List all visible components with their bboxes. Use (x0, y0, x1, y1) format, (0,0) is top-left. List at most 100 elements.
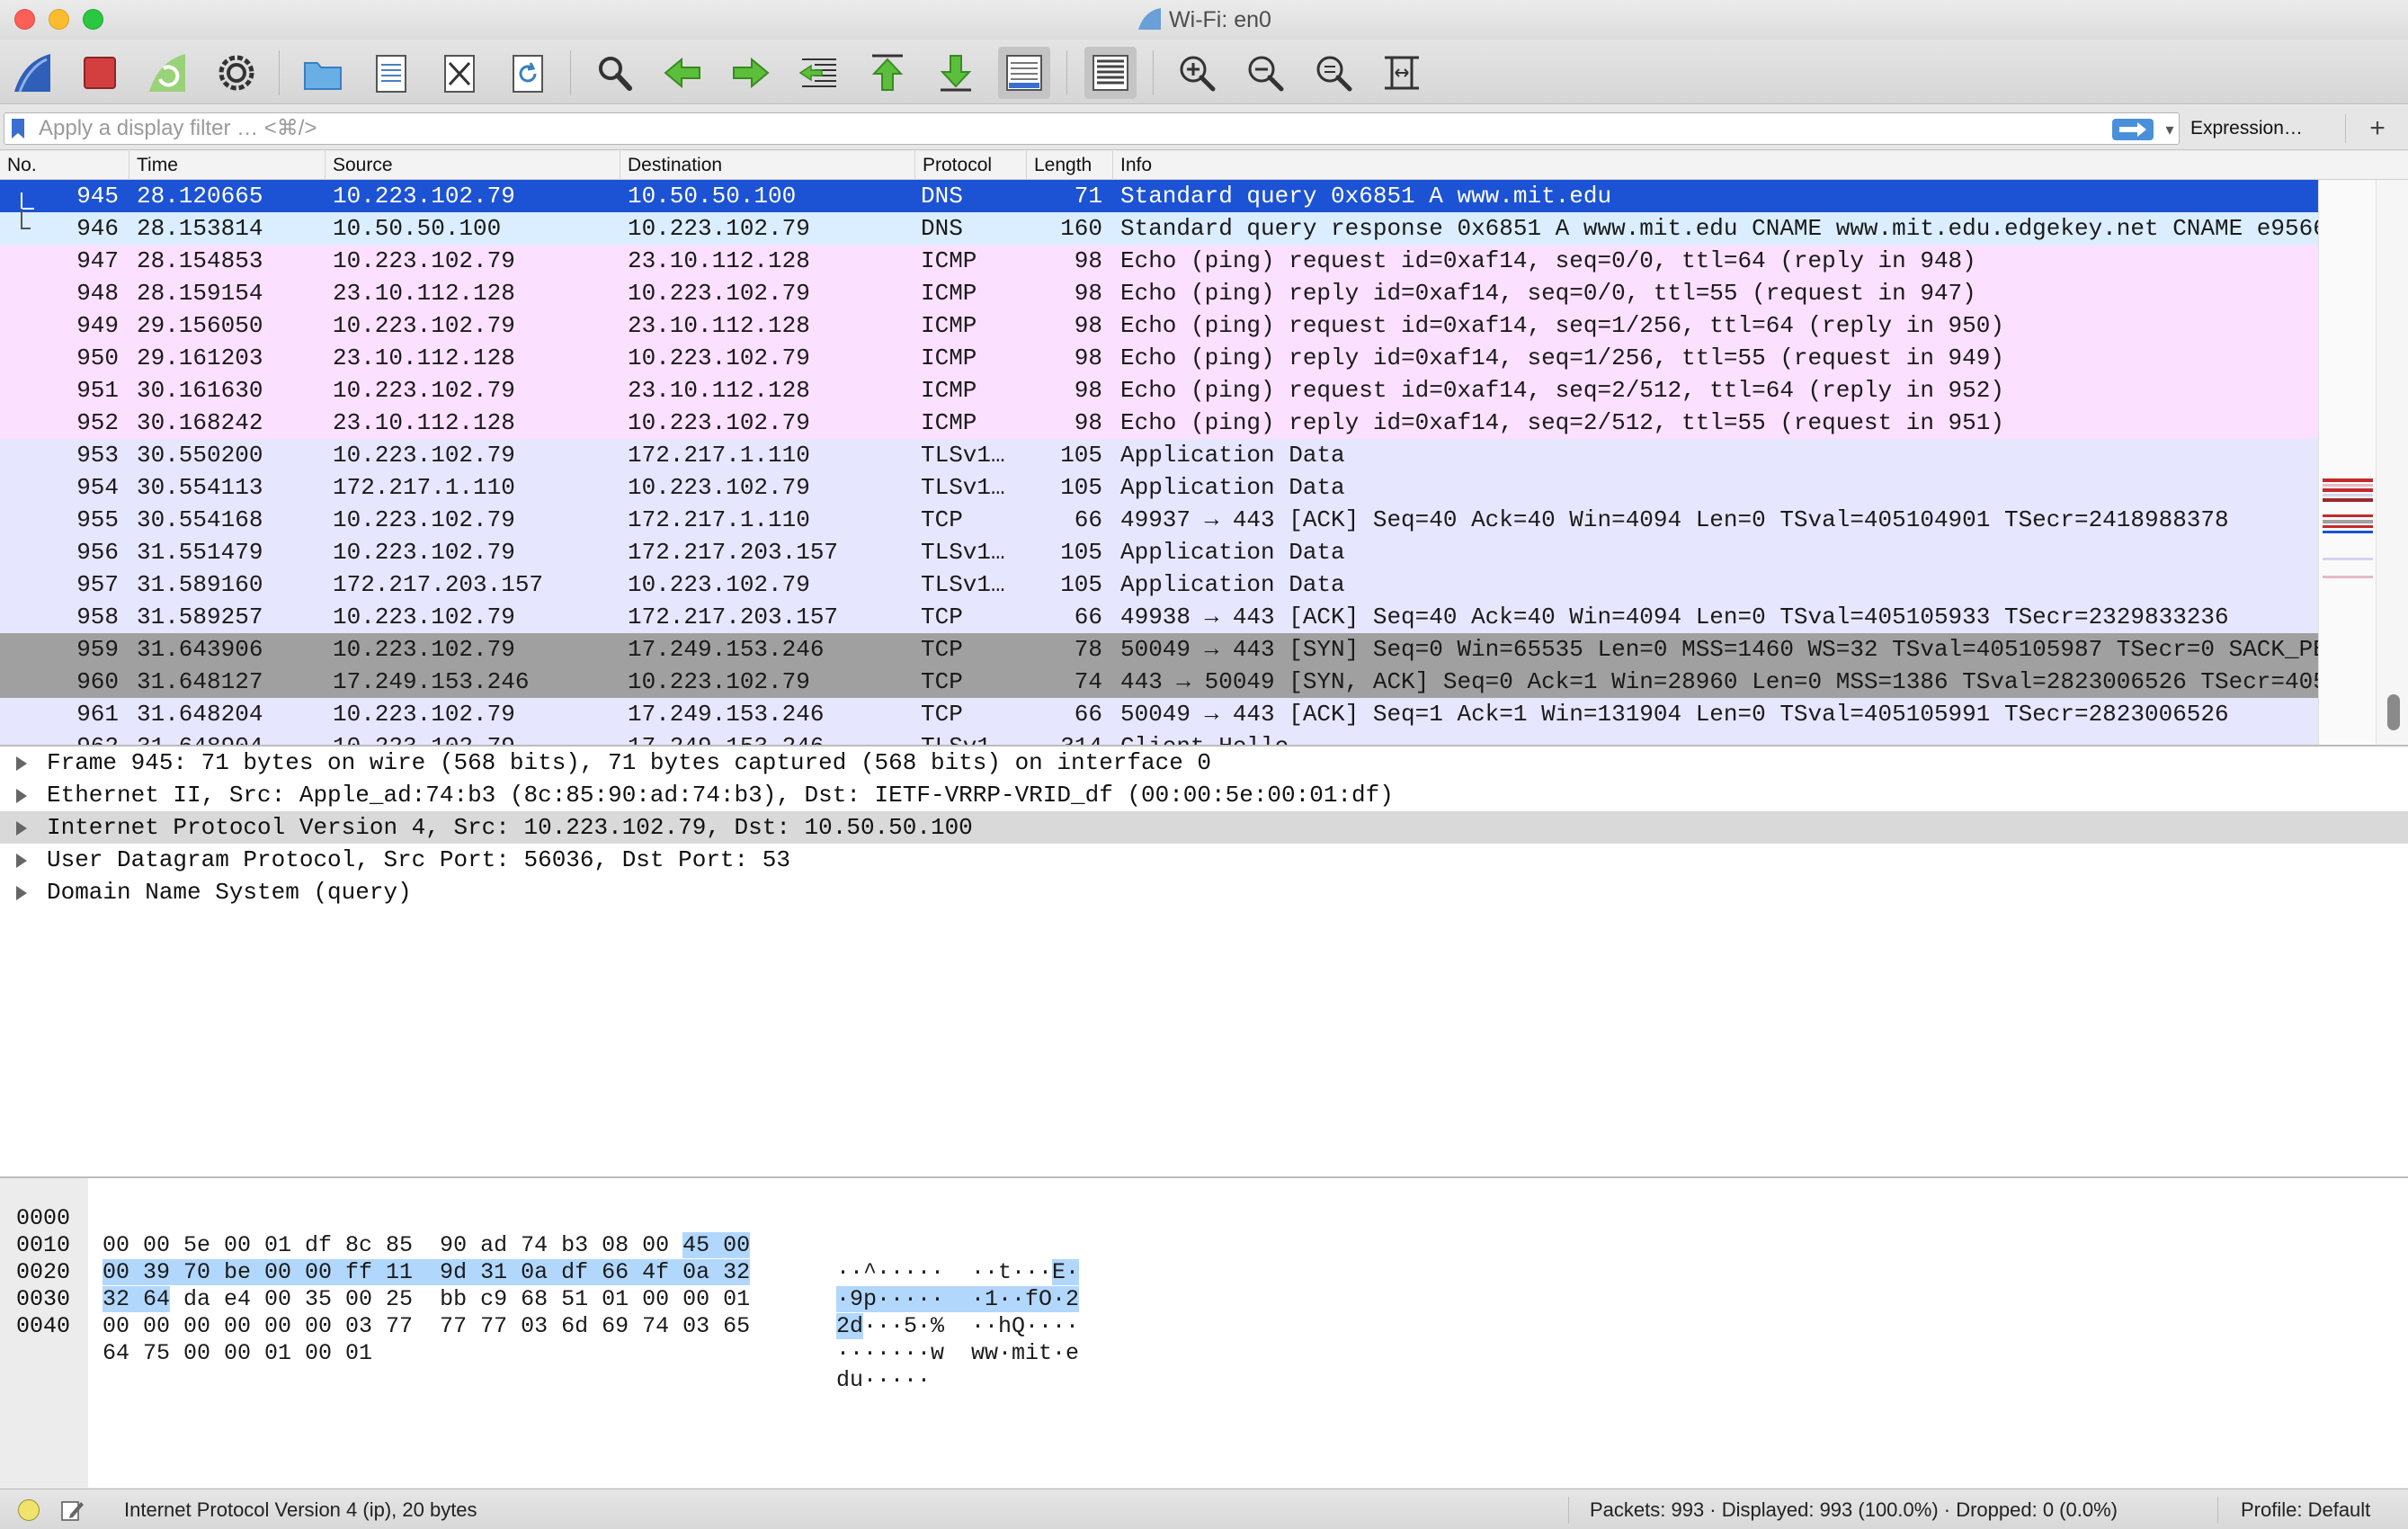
packet-row[interactable]: 949 29.156050 10.223.102.79 23.10.112.128 IC… (0, 309, 2318, 342)
packet-cell-info: Application Data (1120, 571, 1345, 598)
packet-cell-dst: 10.223.102.79 (628, 344, 810, 371)
packet-row[interactable]: 947 28.154853 10.223.102.79 23.10.112.128 IC… (0, 245, 2318, 277)
scrollbar-thumb[interactable] (2387, 694, 2400, 730)
packet-cell-proto: ICMP (921, 409, 977, 436)
disclosure-triangle-icon[interactable] (16, 886, 27, 900)
packet-row[interactable]: 952 30.168242 23.10.112.128 10.223.102.79 IC… (0, 407, 2318, 439)
packet-cell-src: 17.249.153.246 (333, 668, 530, 695)
packet-cell-len: 66 (1074, 701, 1102, 728)
profile-switcher[interactable]: Profile: Default (2241, 1489, 2370, 1529)
packet-cell-proto: TLSv1… (921, 730, 1005, 745)
save-file-button[interactable] (365, 47, 417, 99)
disclosure-triangle-icon[interactable] (16, 756, 27, 771)
chevron-down-icon[interactable]: ▾ (2161, 117, 2179, 142)
open-file-button[interactable] (297, 47, 349, 99)
packet-count-status: Packets: 993 · Displayed: 993 (100.0%) ·… (1590, 1498, 2118, 1521)
packet-cell-src: 23.10.112.128 (333, 280, 515, 307)
go-back-button[interactable] (656, 47, 709, 99)
find-packet-button[interactable] (588, 47, 640, 99)
packet-cell-info: 49937 → 443 [ACK] Seq=40 Ack=40 Win=4094… (1120, 506, 2229, 533)
packet-cell-src: 10.223.102.79 (333, 730, 515, 745)
restart-capture-button[interactable] (142, 47, 194, 99)
capture-options-button[interactable] (210, 47, 263, 99)
detail-row-udp[interactable]: User Datagram Protocol, Src Port: 56036,… (0, 844, 2408, 876)
column-length[interactable]: Length (1027, 151, 1113, 180)
packet-cell-src: 23.10.112.128 (333, 344, 515, 371)
packet-cell-len: 98 (1074, 247, 1102, 274)
packet-row[interactable]: 959 31.643906 10.223.102.79 17.249.153.246 T… (0, 633, 2318, 666)
zoom-normal-button[interactable] (1307, 47, 1360, 99)
arrow-up-icon (871, 54, 904, 91)
packet-row[interactable]: 954 30.554113 172.217.1.110 10.223.102.79 TL… (0, 471, 2318, 504)
add-filter-button-icon[interactable]: + (2361, 112, 2394, 145)
packet-row[interactable]: 948 28.159154 23.10.112.128 10.223.102.79 IC… (0, 277, 2318, 309)
packet-cell-no: 960 (76, 668, 119, 695)
column-protocol[interactable]: Protocol (915, 151, 1027, 180)
packet-row[interactable]: 946 28.153814 10.50.50.100 10.223.102.79 DNS… (0, 212, 2318, 245)
column-info[interactable]: Info (1113, 151, 2408, 180)
packet-cell-no: 949 (76, 312, 119, 339)
bytes-row[interactable]: 0010 00 39 70 be 00 00 ff 11 9d 31 0a df… (0, 1205, 1080, 1312)
start-capture-button[interactable] (7, 47, 59, 99)
packet-cell-dst: 23.10.112.128 (628, 377, 810, 404)
packet-row[interactable]: 962 31.648904 10.223.102.79 17.249.153.246 T… (0, 730, 2318, 745)
packet-row[interactable]: 956 31.551479 10.223.102.79 172.217.203.157… (0, 536, 2318, 568)
column-no[interactable]: No. (0, 151, 129, 180)
bookmark-icon[interactable] (10, 118, 26, 139)
expression-button[interactable]: Expression… (2190, 112, 2303, 145)
packet-minimap[interactable] (2318, 180, 2376, 745)
bytes-row[interactable]: 0020 32 64 da e4 00 35 00 25 bb c9 68 51… (0, 1232, 1079, 1339)
go-last-packet-button[interactable] (930, 47, 982, 99)
go-first-packet-button[interactable] (861, 47, 914, 99)
detail-row-ipv4[interactable]: Internet Protocol Version 4, Src: 10.223… (0, 811, 2408, 844)
expert-info-indicator-icon[interactable] (18, 1499, 40, 1521)
packet-cell-info: 443 → 50049 [SYN, ACK] Seq=0 Ack=1 Win=2… (1120, 668, 2318, 695)
bytes-row[interactable]: 0040 64 75 00 00 01 00 01 du····· (0, 1286, 931, 1393)
packet-cell-proto: TCP (921, 701, 963, 728)
bytes-row[interactable]: 0000 00 00 5e 00 01 df 8c 85 90 ad 74 b3… (0, 1178, 1080, 1285)
edit-comment-icon[interactable] (59, 1498, 85, 1522)
detail-row-dns[interactable]: Domain Name System (query) (0, 876, 2408, 908)
apply-filter-button[interactable] (2112, 119, 2154, 140)
packet-row[interactable]: 960 31.648127 17.249.153.246 10.223.102.79 T… (0, 666, 2318, 698)
packet-row[interactable]: 958 31.589257 10.223.102.79 172.217.203.157… (0, 601, 2318, 633)
zoom-out-button[interactable] (1239, 47, 1291, 99)
packet-cell-len: 71 (1074, 183, 1102, 210)
detail-row-frame[interactable]: Frame 945: 71 bytes on wire (568 bits), … (0, 747, 2408, 779)
packet-cell-proto: TCP (921, 636, 963, 663)
packet-row[interactable]: 953 30.550200 10.223.102.79 172.217.1.110 TL… (0, 439, 2318, 471)
detail-row-ethernet[interactable]: Ethernet II, Src: Apple_ad:74:b3 (8c:85:… (0, 779, 2408, 811)
packet-cell-len: 160 (1060, 215, 1102, 242)
disclosure-triangle-icon[interactable] (16, 789, 27, 803)
stop-capture-button[interactable] (74, 47, 126, 99)
go-to-packet-button[interactable] (793, 47, 845, 99)
packet-row[interactable]: 950 29.161203 23.10.112.128 10.223.102.79 IC… (0, 342, 2318, 374)
disclosure-triangle-icon[interactable] (16, 821, 27, 836)
close-file-button[interactable] (433, 47, 486, 99)
packet-cell-time: 28.154853 (137, 247, 263, 274)
packet-row[interactable]: 945 28.120665 10.223.102.79 10.50.50.100 DNS… (0, 180, 2318, 212)
packet-row[interactable]: 961 31.648204 10.223.102.79 17.249.153.246 T… (0, 698, 2318, 730)
packet-cell-time: 28.153814 (137, 215, 263, 242)
document-icon (376, 55, 406, 93)
window-title: Wi-Fi: en0 (0, 7, 2408, 33)
go-forward-button[interactable] (725, 47, 777, 99)
column-time[interactable]: Time (129, 151, 326, 180)
column-source[interactable]: Source (326, 151, 620, 180)
packet-cell-info: Standard query response 0x6851 A www.mit… (1120, 215, 2318, 242)
packet-row[interactable]: 951 30.161630 10.223.102.79 23.10.112.128 IC… (0, 374, 2318, 407)
colorize-button[interactable] (1084, 47, 1137, 99)
display-filter-input[interactable] (39, 115, 2089, 142)
packet-list-scrollbar[interactable] (2376, 180, 2408, 745)
packet-row[interactable]: 955 30.554168 10.223.102.79 172.217.1.110 TC… (0, 504, 2318, 536)
packet-row[interactable]: 957 31.589160 172.217.203.157 10.223.102.79… (0, 568, 2318, 601)
zoom-in-button[interactable] (1171, 47, 1223, 99)
reload-file-button[interactable] (502, 47, 554, 99)
auto-scroll-button[interactable] (998, 47, 1050, 99)
disclosure-triangle-icon[interactable] (16, 854, 27, 868)
resize-columns-button[interactable] (1376, 47, 1428, 99)
packet-cell-info: 50049 → 443 [ACK] Seq=1 Ack=1 Win=131904… (1120, 701, 2229, 728)
column-destination[interactable]: Destination (620, 151, 915, 180)
bytes-row[interactable]: 0030 00 00 00 00 00 00 03 77 77 77 03 6d… (0, 1259, 1079, 1366)
packet-cell-dst: 10.223.102.79 (628, 215, 810, 242)
